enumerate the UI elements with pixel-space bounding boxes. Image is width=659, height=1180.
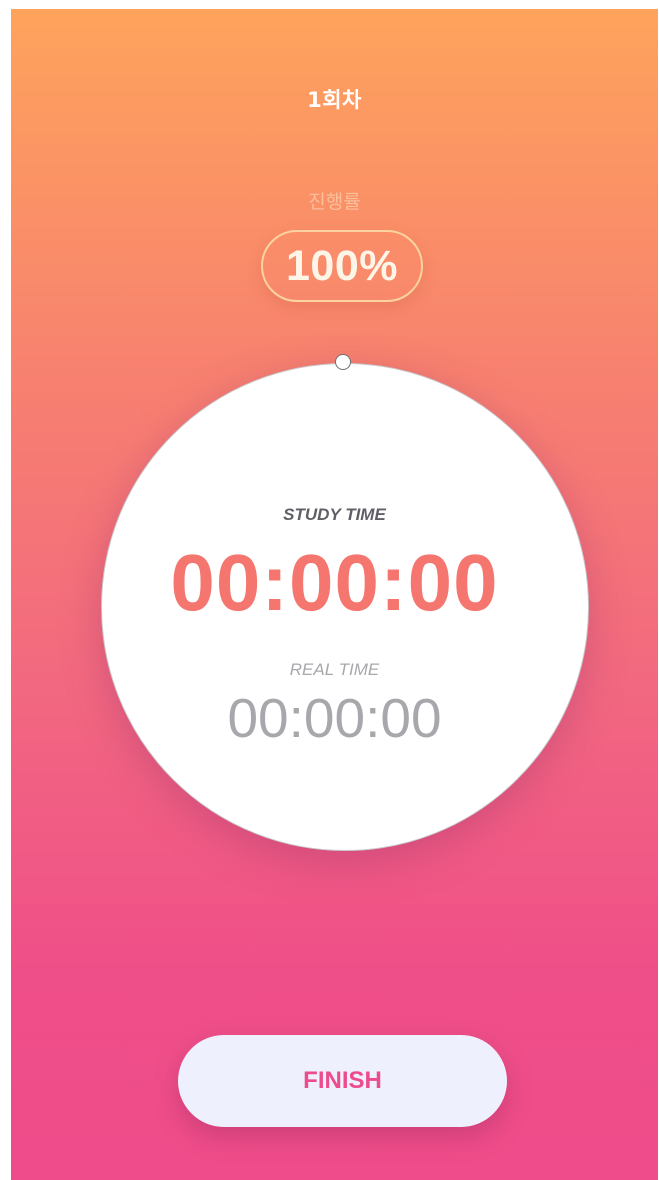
- study-time-value: 00:00:00: [170, 538, 499, 627]
- timer-screen: 1회차 진행률 100% STUDY TIME 00:00:00 REAL TI…: [11, 9, 658, 1180]
- progress-label: 진행률: [308, 191, 361, 213]
- study-time-label: STUDY TIME: [283, 505, 386, 524]
- progress-knob[interactable]: [335, 354, 351, 370]
- progress-badge: 100%: [261, 230, 423, 302]
- real-time-label: REAL TIME: [289, 660, 380, 679]
- finish-button[interactable]: FINISH: [178, 1035, 507, 1127]
- progress-value: 100%: [286, 241, 398, 290]
- session-title: 1회차: [307, 88, 362, 112]
- real-time-value: 00:00:00: [227, 687, 442, 749]
